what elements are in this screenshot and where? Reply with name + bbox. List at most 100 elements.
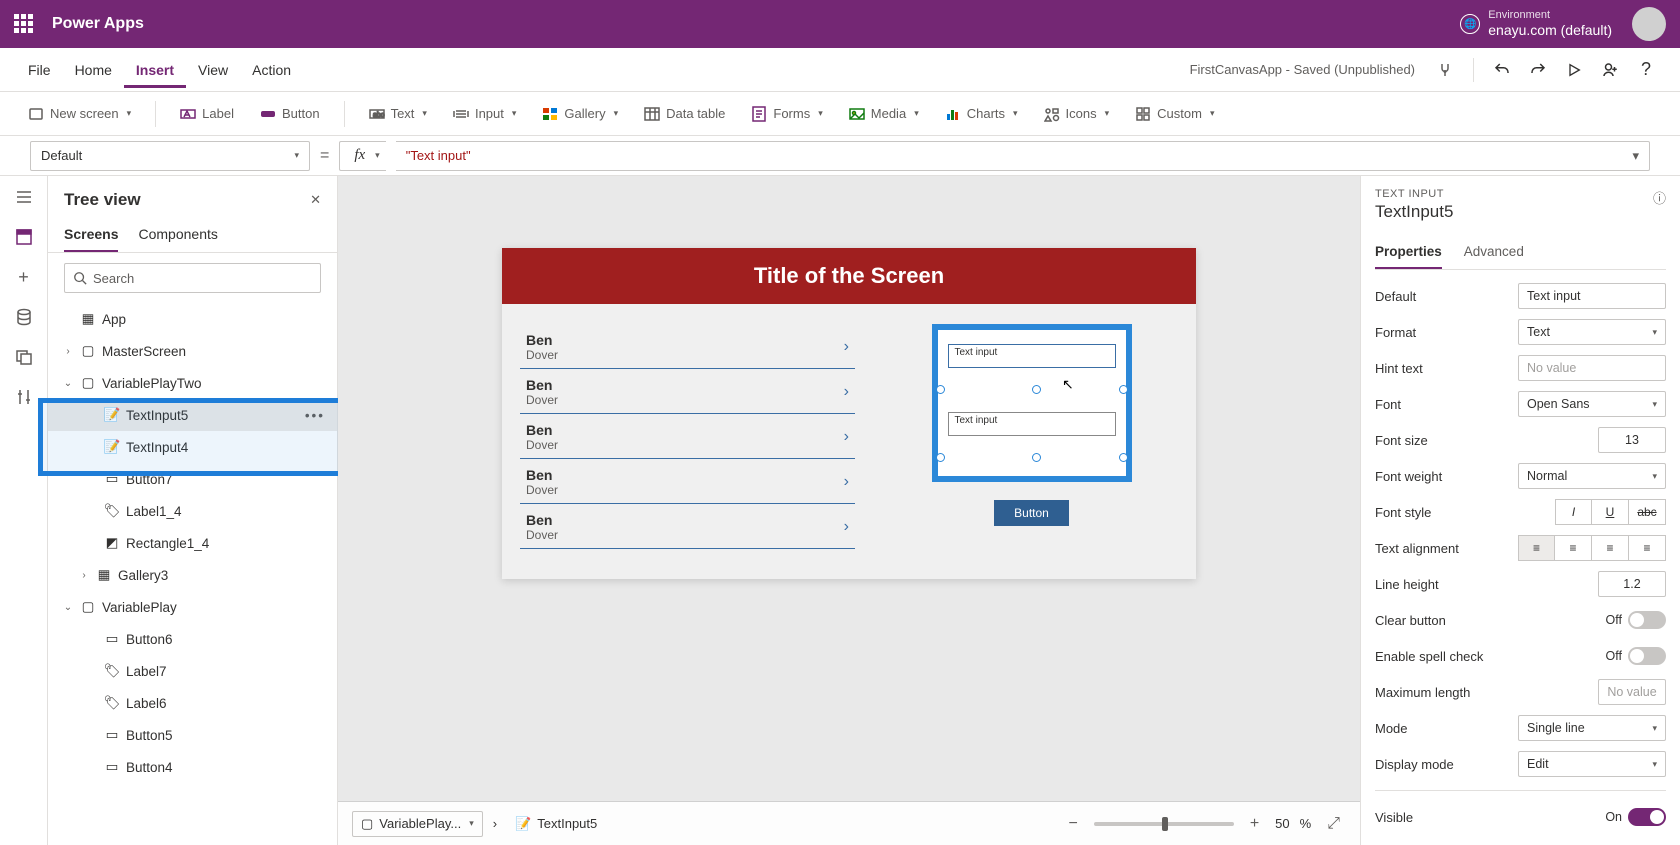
align-justify-button[interactable]: ≡ xyxy=(1629,535,1666,561)
canvas-textinput4[interactable]: Text input xyxy=(948,412,1116,436)
prop-maxlength-input[interactable]: No value xyxy=(1598,679,1666,705)
avatar[interactable] xyxy=(1632,7,1666,41)
fx-button[interactable]: fx▾ xyxy=(339,141,385,171)
undo-icon[interactable] xyxy=(1486,54,1518,86)
insert-media-button[interactable]: Media▾ xyxy=(841,100,927,128)
breadcrumb-control[interactable]: 📝TextInput5 xyxy=(507,812,605,836)
tree-node-button5[interactable]: ▭Button5 xyxy=(48,719,337,751)
prop-lineheight-input[interactable]: 1.2 xyxy=(1598,571,1666,597)
left-rail: + xyxy=(0,176,48,845)
tab-advanced[interactable]: Advanced xyxy=(1464,236,1524,269)
tree-node-variableplaytwo[interactable]: ⌄▢VariablePlayTwo xyxy=(48,367,337,399)
gallery-row[interactable]: BenDover› xyxy=(520,324,855,369)
property-selector[interactable]: Default▾ xyxy=(30,141,310,171)
gallery-row[interactable]: BenDover› xyxy=(520,459,855,504)
gallery-row[interactable]: BenDover› xyxy=(520,414,855,459)
tree-view-icon[interactable] xyxy=(13,226,35,248)
menu-view[interactable]: View xyxy=(186,52,240,88)
insert-label-button[interactable]: Label xyxy=(172,100,242,128)
waffle-icon[interactable] xyxy=(14,14,34,34)
environment-label: Environment xyxy=(1488,9,1612,22)
prop-spell-toggle[interactable] xyxy=(1628,647,1666,665)
gallery-row[interactable]: BenDover› xyxy=(520,504,855,549)
prop-displaymode-select[interactable]: Edit▾ xyxy=(1518,751,1666,777)
breadcrumb-screen[interactable]: ▢VariablePlay...▾ xyxy=(352,811,483,837)
svg-text:abc: abc xyxy=(373,112,385,119)
tree-node-gallery3[interactable]: ›▦Gallery3 xyxy=(48,559,337,591)
tree-node-button7[interactable]: ▭Button7 xyxy=(48,463,337,495)
tree-node-variableplay[interactable]: ⌄▢VariablePlay xyxy=(48,591,337,623)
prop-hint-input[interactable]: No value xyxy=(1518,355,1666,381)
align-center-button[interactable]: ≡ xyxy=(1555,535,1592,561)
close-icon[interactable]: ✕ xyxy=(310,192,321,208)
app-checker-icon[interactable] xyxy=(1429,54,1461,86)
tab-screens[interactable]: Screens xyxy=(64,218,118,252)
more-icon[interactable]: ••• xyxy=(305,408,325,423)
insert-gallery-button[interactable]: Gallery▾ xyxy=(534,100,626,128)
canvas-area[interactable]: Title of the Screen BenDover› BenDover› … xyxy=(338,176,1360,801)
zoom-in-button[interactable]: + xyxy=(1244,815,1265,833)
tree-node-textinput5[interactable]: 📝TextInput5••• xyxy=(48,399,337,431)
prop-clear-toggle[interactable] xyxy=(1628,611,1666,629)
insert-text-label: Text xyxy=(391,106,415,121)
prop-mode-select[interactable]: Single line▾ xyxy=(1518,715,1666,741)
prop-default-input[interactable]: Text input xyxy=(1518,283,1666,309)
tree-node-masterscreen[interactable]: ›▢MasterScreen xyxy=(48,335,337,367)
insert-input-label: Input xyxy=(475,106,504,121)
formula-input[interactable]: "Text input"▾ xyxy=(396,141,1650,171)
media-pane-icon[interactable] xyxy=(13,346,35,368)
canvas-textinput5[interactable]: Text input xyxy=(948,344,1116,368)
underline-button[interactable]: U xyxy=(1592,499,1629,525)
new-screen-button[interactable]: New screen▾ xyxy=(20,100,139,128)
tree-node-rectangle14[interactable]: ◩Rectangle1_4 xyxy=(48,527,337,559)
redo-icon[interactable] xyxy=(1522,54,1554,86)
insert-input-button[interactable]: Input▾ xyxy=(445,100,524,128)
tree-node-textinput4[interactable]: 📝TextInput4 xyxy=(48,431,337,463)
tree-node-app[interactable]: ▦App xyxy=(48,303,337,335)
insert-datatable-button[interactable]: Data table xyxy=(636,100,733,128)
tab-properties[interactable]: Properties xyxy=(1375,236,1442,269)
data-pane-icon[interactable] xyxy=(13,306,35,328)
insert-charts-button[interactable]: Charts▾ xyxy=(937,100,1026,128)
insert-forms-button[interactable]: Forms▾ xyxy=(743,100,830,128)
advanced-tools-icon[interactable] xyxy=(13,386,35,408)
selected-inputs-panel[interactable]: Text input Text input xyxy=(932,324,1132,482)
insert-icons-button[interactable]: Icons▾ xyxy=(1036,100,1118,128)
strikethrough-button[interactable]: abc xyxy=(1629,499,1666,525)
prop-fontsize-input[interactable]: 13 xyxy=(1598,427,1666,453)
insert-text-button[interactable]: abcText▾ xyxy=(361,100,435,128)
menu-action[interactable]: Action xyxy=(240,52,303,88)
play-icon[interactable] xyxy=(1558,54,1590,86)
tree-node-button6[interactable]: ▭Button6 xyxy=(48,623,337,655)
tree-node-button4[interactable]: ▭Button4 xyxy=(48,751,337,783)
hamburger-icon[interactable] xyxy=(13,186,35,208)
gallery-row[interactable]: BenDover› xyxy=(520,369,855,414)
zoom-slider[interactable] xyxy=(1094,822,1234,826)
insert-pane-icon[interactable]: + xyxy=(13,266,35,288)
help-icon[interactable]: ? xyxy=(1630,54,1662,86)
insert-button-button[interactable]: Button xyxy=(252,100,328,128)
menu-file[interactable]: File xyxy=(16,52,63,88)
insert-custom-button[interactable]: Custom▾ xyxy=(1127,100,1222,128)
prop-fontweight-select[interactable]: Normal▾ xyxy=(1518,463,1666,489)
zoom-out-button[interactable]: − xyxy=(1062,815,1083,833)
prop-format-select[interactable]: Text▾ xyxy=(1518,319,1666,345)
tree-node-label6[interactable]: 🏷Label6 xyxy=(48,687,337,719)
align-right-button[interactable]: ≡ xyxy=(1592,535,1629,561)
environment-block[interactable]: Environment enayu.com (default) xyxy=(1488,9,1612,39)
menu-home[interactable]: Home xyxy=(63,52,124,88)
help-icon[interactable]: ⓘ xyxy=(1653,188,1666,207)
canvas-button7[interactable]: Button xyxy=(994,500,1069,526)
tab-components[interactable]: Components xyxy=(138,218,217,252)
italic-button[interactable]: I xyxy=(1555,499,1592,525)
tree-search-input[interactable]: Search xyxy=(64,263,321,293)
share-icon[interactable] xyxy=(1594,54,1626,86)
align-left-button[interactable]: ≡ xyxy=(1518,535,1555,561)
tree-node-label7[interactable]: 🏷Label7 xyxy=(48,655,337,687)
prop-visible-toggle[interactable] xyxy=(1628,808,1666,826)
menu-insert[interactable]: Insert xyxy=(124,52,186,88)
fit-to-screen-icon[interactable]: ⤢ xyxy=(1321,815,1346,833)
canvas-gallery[interactable]: BenDover› BenDover› BenDover› BenDover› … xyxy=(520,324,855,549)
prop-font-select[interactable]: Open Sans▾ xyxy=(1518,391,1666,417)
tree-node-label14[interactable]: 🏷Label1_4 xyxy=(48,495,337,527)
